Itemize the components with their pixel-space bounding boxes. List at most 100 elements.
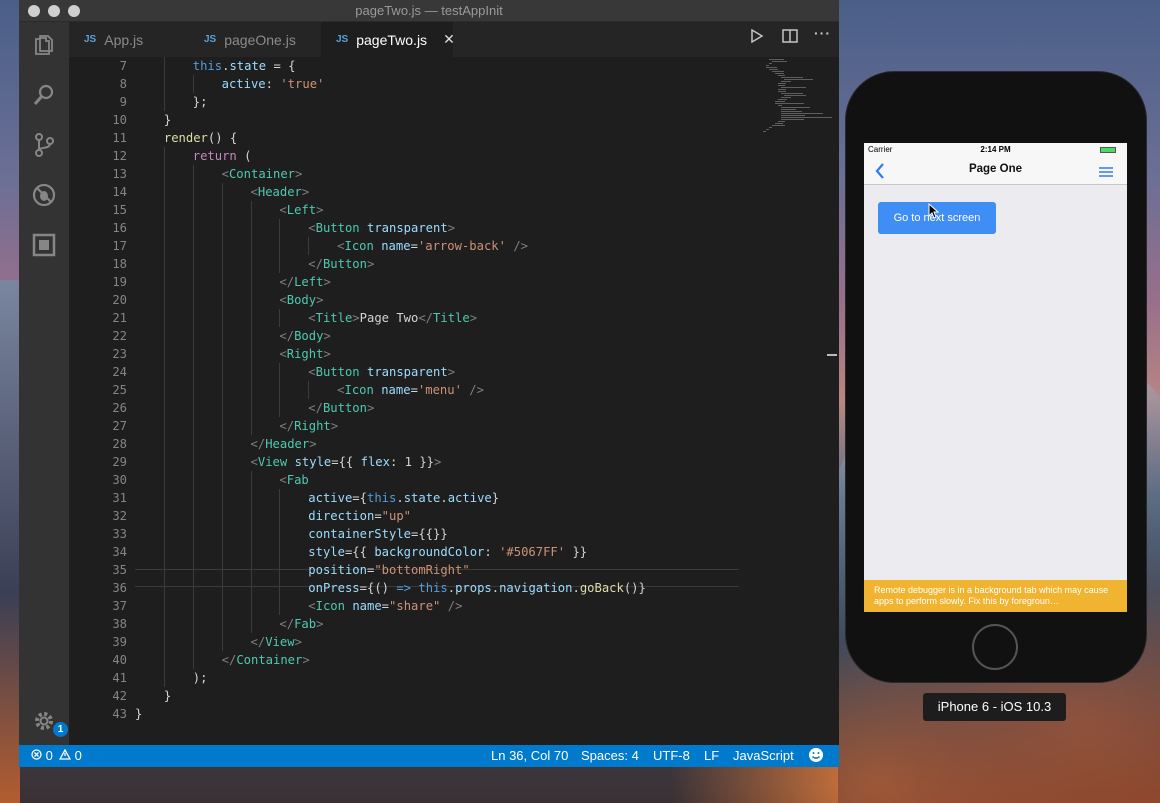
- minimap-line: [769, 63, 772, 64]
- line-number: 21: [112, 311, 127, 325]
- line-number: 30: [112, 473, 127, 487]
- code-line: </View>: [250, 635, 302, 649]
- clock: 2:14 PM: [980, 145, 1011, 154]
- simulator-screen[interactable]: Carrier 2:14 PM Page One Go to next scre…: [864, 143, 1127, 612]
- debug-icon[interactable]: [31, 182, 57, 208]
- extensions-icon[interactable]: [31, 232, 57, 258]
- line-number: 17: [112, 239, 127, 253]
- explorer-icon[interactable]: [31, 32, 57, 58]
- warnings-indicator[interactable]: 0: [58, 748, 82, 763]
- line-number: 8: [119, 77, 127, 91]
- line-number: 11: [112, 131, 127, 145]
- code-line: </Button>: [308, 401, 375, 415]
- code-line: onPress={() => this.props.navigation.goB…: [308, 581, 646, 595]
- line-number: 18: [112, 257, 127, 271]
- minimap-line: [781, 117, 832, 118]
- encoding-setting[interactable]: UTF-8: [653, 748, 690, 763]
- minimap-line: [784, 79, 813, 80]
- line-number: 29: [112, 455, 127, 469]
- tab-pageone-js[interactable]: JS pageOne.js: [189, 22, 319, 57]
- errors-indicator[interactable]: 0: [31, 748, 53, 763]
- line-number: 24: [112, 365, 127, 379]
- line-number: 14: [112, 185, 127, 199]
- menu-icon[interactable]: [1099, 165, 1113, 183]
- minimap-line: [778, 85, 785, 86]
- minimap-line: [766, 65, 769, 66]
- code-line: }: [163, 113, 172, 127]
- mouse-pointer-icon: [928, 202, 940, 224]
- code-line: </Body>: [279, 329, 331, 343]
- minimap-line: [778, 91, 786, 92]
- minimap-line: [766, 67, 777, 68]
- tab-close-icon[interactable]: ✕: [443, 31, 455, 48]
- cursor-position[interactable]: Ln 36, Col 70: [491, 748, 568, 763]
- code-line: </Button>: [308, 257, 375, 271]
- line-number: 15: [112, 203, 127, 217]
- search-icon[interactable]: [31, 82, 57, 108]
- minimap-line: [772, 71, 785, 72]
- more-actions-icon[interactable]: ···: [814, 25, 831, 41]
- line-number: 9: [119, 95, 127, 109]
- minimap-line: [781, 97, 791, 98]
- minimap-line: [769, 127, 773, 128]
- language-mode[interactable]: JavaScript: [733, 748, 794, 763]
- remote-debugger-warning[interactable]: Remote debugger is in a background tab w…: [864, 580, 1127, 612]
- minimap-line: [778, 121, 785, 122]
- code-editor[interactable]: 7 this.state = {8 active: 'true' 9}; 10} 11 re…: [69, 57, 839, 745]
- minimap-line: [781, 109, 797, 110]
- code-line: </Right>: [279, 419, 339, 433]
- line-number: 37: [112, 599, 127, 613]
- code-line: <Icon name='menu' />: [337, 383, 484, 397]
- code-line: <Container>: [221, 167, 303, 181]
- code-line: <Left>: [279, 203, 324, 217]
- line-number: 31: [112, 491, 127, 505]
- code-line: </Fab>: [279, 617, 324, 631]
- code-line: );: [192, 671, 215, 685]
- line-number: 42: [112, 689, 127, 703]
- minimap-line: [781, 87, 807, 88]
- minimap-line: [781, 111, 802, 112]
- eol-setting[interactable]: LF: [704, 748, 719, 763]
- minimap-line: [769, 59, 785, 60]
- device-label: iPhone 6 - iOS 10.3: [923, 693, 1066, 721]
- run-icon[interactable]: [750, 28, 764, 46]
- line-number: 28: [112, 437, 127, 451]
- code-line: <Fab: [279, 473, 309, 487]
- line-number: 25: [112, 383, 127, 397]
- error-icon: [31, 749, 42, 760]
- code-line: </Left>: [279, 275, 331, 289]
- line-number: 40: [112, 653, 127, 667]
- desktop-wallpaper-left: [0, 280, 20, 803]
- line-number: 20: [112, 293, 127, 307]
- indentation-setting[interactable]: Spaces: 4: [581, 748, 639, 763]
- code-line: active: 'true': [221, 77, 325, 91]
- line-number: 36: [112, 581, 127, 595]
- minimap-line: [775, 73, 784, 74]
- minimap[interactable]: [741, 57, 833, 147]
- minimap-line: [778, 75, 785, 76]
- tab-app-js[interactable]: JS App.js: [69, 22, 187, 57]
- feedback-smiley-icon[interactable]: [808, 747, 824, 766]
- indent-guide: [279, 363, 281, 417]
- source-control-icon[interactable]: [31, 132, 57, 158]
- line-number: 23: [112, 347, 127, 361]
- minimap-line: [781, 115, 806, 116]
- line-number: 12: [112, 149, 127, 163]
- js-file-icon: JS: [204, 34, 217, 45]
- settings-gear-icon[interactable]: 1: [31, 708, 68, 737]
- code-line: style={{ backgroundColor: '#5067FF' }}: [308, 545, 588, 559]
- minimap-line: [775, 103, 804, 104]
- tab-pagetwo-js[interactable]: JS pageTwo.js ✕: [321, 22, 455, 57]
- tab-label: pageOne.js: [224, 31, 296, 48]
- indent-guide: [192, 75, 194, 93]
- home-button[interactable]: [972, 624, 1018, 670]
- scrollbar-indicator[interactable]: [827, 354, 837, 356]
- code-line: return (: [192, 149, 252, 163]
- split-editor-icon[interactable]: [782, 29, 798, 46]
- indent-guide: [221, 183, 223, 651]
- window-title: pageTwo.js — testAppInit: [355, 3, 503, 18]
- code-line: }: [135, 707, 143, 721]
- code-line: <Body>: [279, 293, 324, 307]
- minimap-line: [781, 119, 805, 120]
- indent-guide: [163, 147, 165, 687]
